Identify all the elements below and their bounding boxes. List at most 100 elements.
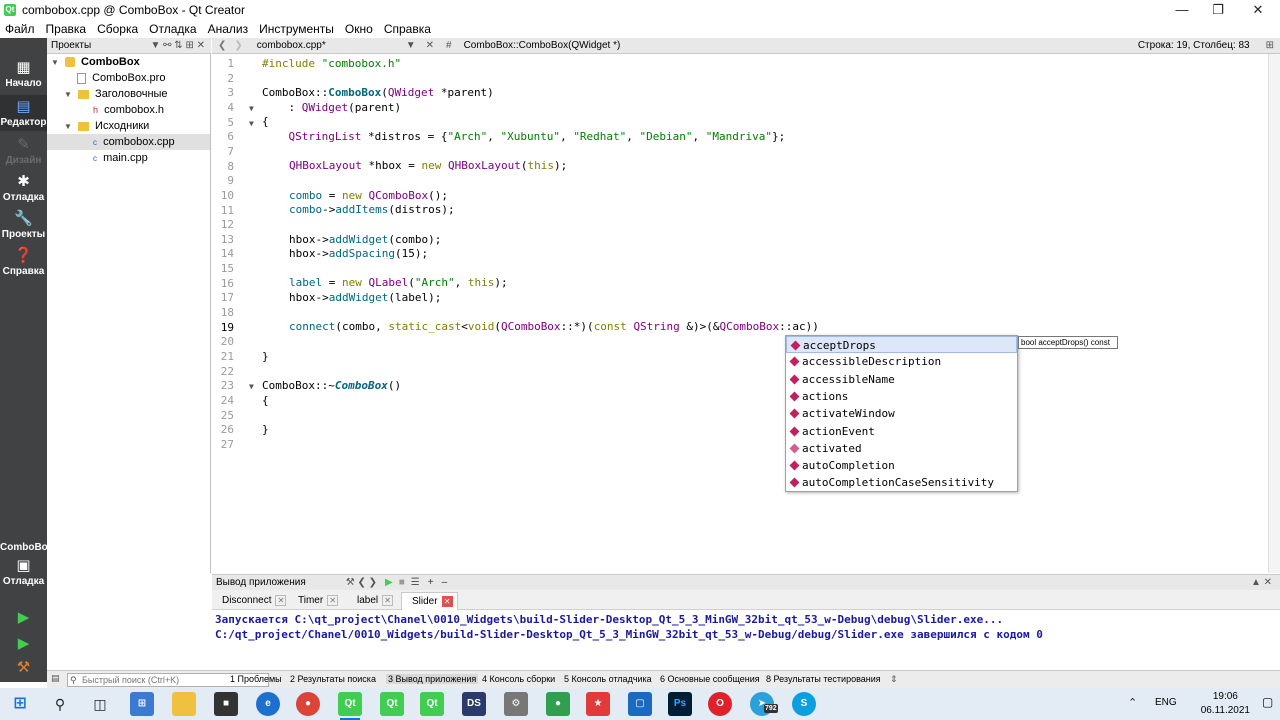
menu-window[interactable]: Окно <box>340 22 379 36</box>
completion-item[interactable]: acceptDrops <box>786 336 1017 354</box>
projects-view-select[interactable]: Проекты <box>51 40 91 51</box>
completion-item[interactable]: actions <box>786 388 1017 405</box>
menu-file[interactable]: Файл <box>0 22 41 36</box>
sidebar-toggle-icon[interactable]: ▤ <box>51 673 60 684</box>
photoshop-icon[interactable]: Ps <box>668 692 692 716</box>
completion-item[interactable]: autoCompletion <box>786 457 1017 474</box>
build-button[interactable]: ⚒ <box>0 658 47 678</box>
completion-item[interactable]: accessibleDescription <box>786 353 1017 370</box>
completion-item[interactable]: activated <box>786 440 1017 457</box>
rerun-icon[interactable]: ▶ <box>385 577 393 588</box>
chrome-icon[interactable]: ● <box>296 692 320 716</box>
close-tab-icon[interactable]: ✕ <box>441 595 453 607</box>
output-toolbar-icons[interactable]: ⚒ ❮ ❯ <box>346 577 377 588</box>
language-indicator[interactable]: ENG <box>1155 697 1177 708</box>
close-file-icon[interactable]: ✕ <box>426 40 434 51</box>
file-explorer-icon[interactable] <box>172 692 196 716</box>
more-panes-icon[interactable]: ⇕ <box>890 674 898 685</box>
maximize-button[interactable]: ❐ <box>1198 0 1238 20</box>
tree-node-pro[interactable]: ComboBox.pro <box>77 70 165 86</box>
nav-forward-icon[interactable]: ❯ <box>234 40 242 51</box>
qt-designer-icon[interactable]: Qt <box>380 692 404 716</box>
application-output[interactable]: Запускается C:\qt_project\Chanel\0010_Wi… <box>212 611 1280 669</box>
tree-node-headers[interactable]: ▼ Заголовочные <box>64 86 168 102</box>
debug-run-button[interactable]: ▶ <box>0 634 47 654</box>
output-tab[interactable]: Disconnect ✕ <box>212 592 287 610</box>
attach-icon[interactable]: ☰ <box>411 577 420 588</box>
qt-creator-taskbar-icon[interactable]: Qt <box>338 692 362 720</box>
menu-debug[interactable]: Отладка <box>144 22 202 36</box>
editor-scrollbar[interactable] <box>1268 54 1280 573</box>
completion-item[interactable]: activateWindow <box>786 405 1017 422</box>
menu-tools[interactable]: Инструменты <box>254 22 340 36</box>
qt-linguist-icon[interactable]: Qt <box>420 692 444 716</box>
store-icon[interactable]: ■ <box>214 692 238 716</box>
tree-node-main-cpp[interactable]: c main.cpp <box>93 150 148 166</box>
zoom-out-icon[interactable]: – <box>442 577 448 588</box>
notification-icon[interactable]: ▢ <box>1262 695 1273 709</box>
mode-editor[interactable]: ▤ Редактор <box>0 95 47 131</box>
pane-problems[interactable]: 1 Проблемы <box>230 674 282 684</box>
telegram-icon[interactable]: ➤ 792 <box>750 692 778 716</box>
code-editor[interactable]: #include "combobox.h" ComboBox::ComboBox… <box>258 54 1268 573</box>
stop-icon[interactable]: ■ <box>399 577 405 588</box>
menu-help[interactable]: Справка <box>379 22 437 36</box>
tree-node-sources[interactable]: ▼ Исходники <box>64 118 149 134</box>
nav-back-icon[interactable]: ❮ <box>218 40 226 51</box>
skype-icon[interactable]: S <box>792 692 816 716</box>
search-icon[interactable]: ⚲ <box>48 692 72 716</box>
fold-marker-icon[interactable]: ▼ <box>249 382 254 391</box>
pane-app-output[interactable]: 3 Вывод приложения <box>386 674 479 684</box>
menu-edit[interactable]: Правка <box>41 22 93 36</box>
projects-toolbar-icons[interactable]: ▼ ⚯ ⇅ ⊞ ✕ <box>150 40 205 51</box>
symbol-selector[interactable]: ComboBox::ComboBox(QWidget *) <box>464 40 621 51</box>
pane-debugger-console[interactable]: 5 Консоль отладчика <box>564 674 652 684</box>
mode-debug[interactable]: ✱ Отладка <box>0 172 47 203</box>
output-tab-active[interactable]: Slider ✕ <box>401 592 458 610</box>
tree-node-combobox-h[interactable]: h combobox.h <box>93 102 164 118</box>
tree-node-combobox-cpp[interactable]: c combobox.cpp <box>47 134 210 150</box>
mode-help[interactable]: ❓ Справка <box>0 246 47 277</box>
opera-icon[interactable]: O <box>708 692 732 716</box>
windows-start-icon[interactable]: ⊞ <box>8 692 32 716</box>
system-clock[interactable]: 19:06 06.11.2021 <box>1201 690 1250 718</box>
close-tab-icon[interactable]: ✕ <box>382 594 394 606</box>
file-selector[interactable]: combobox.cpp* <box>257 40 326 51</box>
split-icon[interactable]: ⊞ <box>1266 40 1274 51</box>
menu-analyze[interactable]: Анализ <box>203 22 255 36</box>
close-tab-icon[interactable]: ✕ <box>327 594 339 606</box>
menu-build[interactable]: Сборка <box>92 22 144 36</box>
tree-node-project[interactable]: ▼ ComboBox <box>51 54 140 70</box>
task-view-icon[interactable]: ◫ <box>88 692 112 716</box>
mode-design[interactable]: ✎ Дизайн <box>0 135 47 166</box>
completion-item[interactable]: actionEvent <box>786 423 1017 440</box>
minimize-button[interactable]: — <box>1162 0 1202 20</box>
output-tab[interactable]: Timer ✕ <box>288 592 339 610</box>
close-tab-icon[interactable]: ✕ <box>275 594 287 606</box>
mode-welcome[interactable]: ▦ Начало <box>0 58 47 89</box>
edge-icon[interactable]: e <box>256 692 280 716</box>
fold-marker-icon[interactable]: ▼ <box>249 104 254 113</box>
run-button[interactable]: ▶ <box>0 608 47 628</box>
app-icon[interactable]: ★ <box>586 692 610 716</box>
maximize-pane-icon[interactable]: ▲ ✕ <box>1251 577 1272 588</box>
pane-search-results[interactable]: 2 Результаты поиска <box>290 674 376 684</box>
chevron-up-icon[interactable]: ⌃ <box>1128 696 1137 709</box>
pane-compile-output[interactable]: 4 Консоль сборки <box>482 674 555 684</box>
calculator-icon[interactable]: ⊞ <box>130 692 154 716</box>
kit-selector[interactable]: ComboBox ▣ Отладка <box>0 542 53 587</box>
chevron-down-icon[interactable]: ▼ <box>406 40 416 51</box>
pane-test-results[interactable]: 8 Результаты тестирования <box>766 674 881 684</box>
pane-general-messages[interactable]: 6 Основные сообщения <box>660 674 760 684</box>
ds-icon[interactable]: DS <box>462 692 486 716</box>
fold-marker-icon[interactable]: ▼ <box>249 119 254 128</box>
tool-icon[interactable]: ⚙ <box>504 692 528 716</box>
zoom-in-icon[interactable]: + <box>428 577 434 588</box>
output-tab[interactable]: label ✕ <box>347 592 394 610</box>
app-icon[interactable]: ● <box>546 692 570 716</box>
app-icon[interactable]: ▢ <box>628 692 652 716</box>
completion-item[interactable]: autoCompletionCaseSensitivity <box>786 474 1017 491</box>
close-button[interactable]: ✕ <box>1238 0 1278 20</box>
completion-item[interactable]: accessibleName <box>786 371 1017 388</box>
mode-projects[interactable]: 🔧 Проекты <box>0 209 47 240</box>
